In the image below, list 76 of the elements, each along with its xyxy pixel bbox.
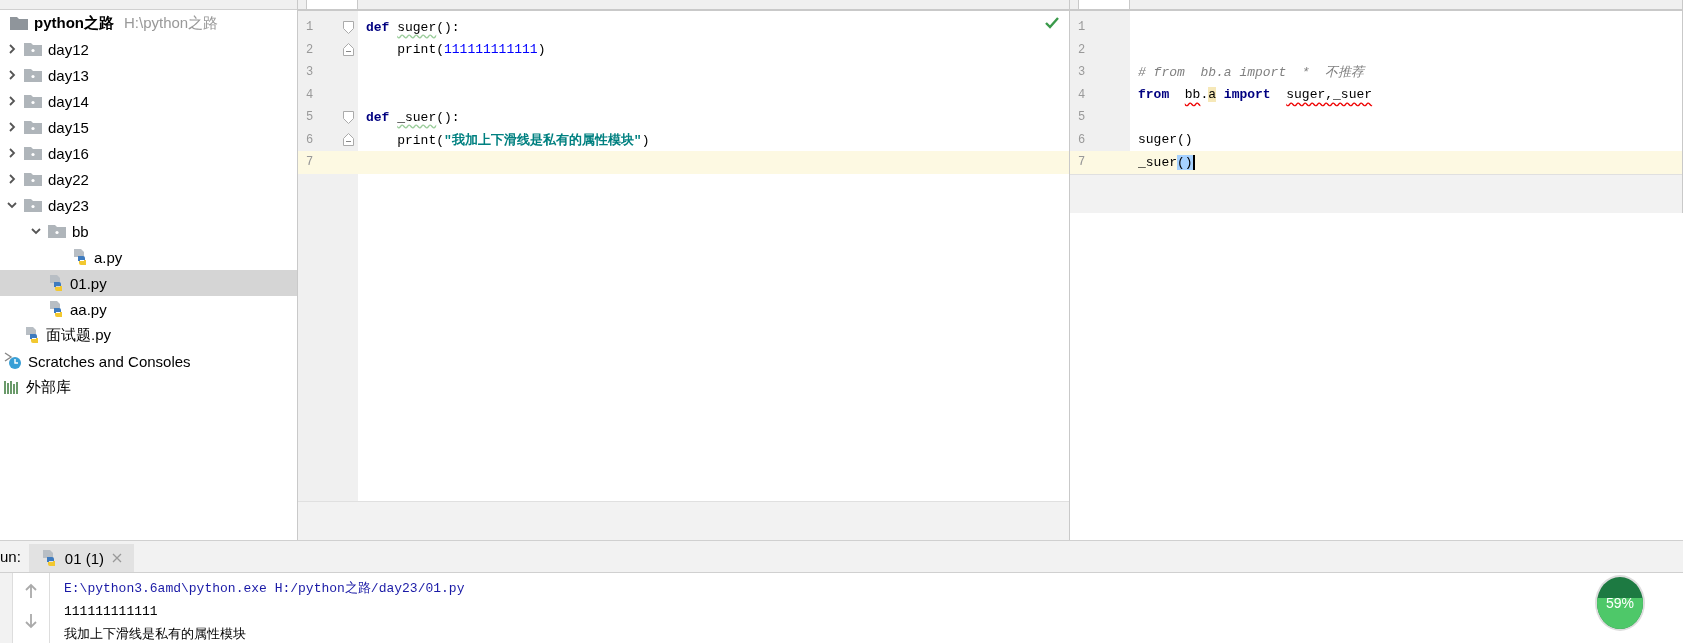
chevron-right-icon[interactable] xyxy=(6,173,18,185)
code-text: _suer() xyxy=(1138,154,1195,170)
folder-icon xyxy=(24,172,42,186)
line-number: 1 xyxy=(1077,20,1087,35)
line-number: 1 xyxy=(305,20,315,35)
python-file-icon xyxy=(48,274,64,292)
fold-icon[interactable] xyxy=(343,20,354,34)
line-number: 2 xyxy=(305,42,315,57)
folder-icon xyxy=(24,146,42,160)
python-file-icon xyxy=(40,549,57,567)
tree-item[interactable]: Scratches and Consoles xyxy=(0,348,297,374)
tree-item[interactable]: 外部库 xyxy=(0,374,297,400)
folder-icon xyxy=(48,224,66,238)
fold-icon[interactable] xyxy=(343,43,354,57)
line-number: 4 xyxy=(305,87,315,102)
project-path: H:\python之路 xyxy=(124,13,219,33)
folder-icon xyxy=(10,16,28,30)
line-number: 4 xyxy=(1077,87,1087,102)
chevron-down-icon[interactable] xyxy=(30,225,42,237)
tree-item[interactable]: 01.py xyxy=(0,270,297,296)
arrow-down-icon[interactable] xyxy=(24,613,38,629)
folder-icon xyxy=(24,120,42,134)
console-line: 111111111111 xyxy=(64,603,159,621)
tree-item[interactable]: day13 xyxy=(0,62,297,88)
close-icon[interactable] xyxy=(112,553,123,563)
line-number: 6 xyxy=(305,132,315,147)
code-text: def _suer(): xyxy=(366,109,460,125)
console-line: E:\python3.6amd\python.exe H:/python之路/day23/01.py xyxy=(64,580,465,598)
chevron-right-icon[interactable] xyxy=(6,43,18,55)
tree-item[interactable]: 面试题.py xyxy=(0,322,297,348)
code-text: from bb.a import suger,_suer xyxy=(1138,87,1373,103)
folder-icon xyxy=(24,68,42,82)
line-number: 3 xyxy=(1077,65,1087,80)
tree-item[interactable]: aa.py xyxy=(0,296,297,322)
arrow-up-icon[interactable] xyxy=(24,583,38,599)
tree-item[interactable]: bb xyxy=(0,218,297,244)
chevron-right-icon[interactable] xyxy=(6,95,18,107)
tree-item[interactable]: day22 xyxy=(0,166,297,192)
line-number: 5 xyxy=(305,110,315,125)
code-text: print("我加上下滑线是私有的属性模块") xyxy=(396,131,650,149)
line-number: 3 xyxy=(305,65,315,80)
project-root[interactable]: python之路 H:\python之路 xyxy=(0,10,297,36)
folder-icon xyxy=(24,42,42,56)
fold-icon[interactable] xyxy=(343,110,354,124)
tree-item[interactable]: day23 xyxy=(0,192,297,218)
chevron-right-icon[interactable] xyxy=(6,69,18,81)
folder-icon xyxy=(24,94,42,108)
python-file-icon xyxy=(72,248,88,266)
python-file-icon xyxy=(48,300,64,318)
project-name: python之路 xyxy=(34,13,114,33)
library-icon xyxy=(4,379,20,395)
tree-item[interactable]: day16 xyxy=(0,140,297,166)
console-line: 我加上下滑线是私有的属性模块 xyxy=(64,626,247,643)
chevron-down-icon[interactable] xyxy=(6,199,18,211)
tree-item[interactable]: a.py xyxy=(0,244,297,270)
code-text: suger() xyxy=(1138,132,1193,148)
line-number: 2 xyxy=(1077,42,1087,57)
chevron-right-icon[interactable] xyxy=(6,147,18,159)
line-number: 6 xyxy=(1077,132,1087,147)
tree-item[interactable]: day15 xyxy=(0,114,297,140)
run-label: un: xyxy=(0,548,21,565)
line-number: 7 xyxy=(1077,155,1087,170)
run-tab[interactable]: 01 (1) xyxy=(28,544,135,572)
code-text: def suger(): xyxy=(366,19,460,35)
code-text: # from bb.a import * 不推荐 xyxy=(1138,64,1365,82)
check-icon[interactable] xyxy=(1045,17,1059,29)
scratch-clock-icon xyxy=(4,352,22,370)
folder-icon xyxy=(24,198,42,212)
tree-item[interactable]: day12 xyxy=(0,36,297,62)
code-text: print(111111111111) xyxy=(396,42,546,58)
python-file-icon xyxy=(24,326,40,344)
chevron-right-icon[interactable] xyxy=(6,121,18,133)
line-number: 5 xyxy=(1077,110,1087,125)
fold-icon[interactable] xyxy=(343,133,354,147)
tree-item[interactable]: day14 xyxy=(0,88,297,114)
line-number: 7 xyxy=(305,155,315,170)
